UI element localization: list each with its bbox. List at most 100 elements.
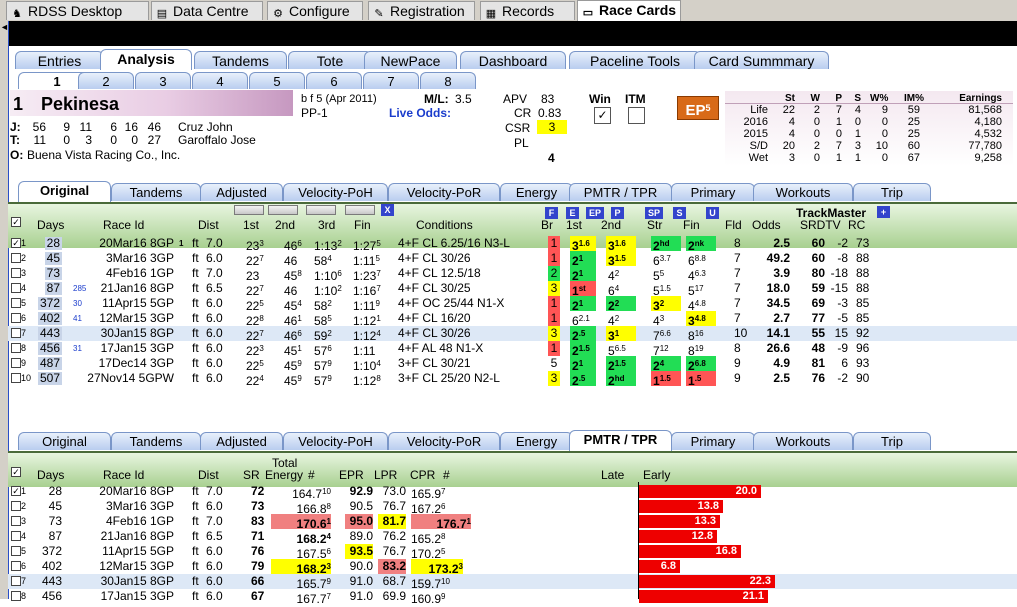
row-checkbox[interactable] <box>11 373 21 383</box>
top-tab-data-centre[interactable]: ▤ Data Centre <box>151 1 263 20</box>
column-sort-button[interactable] <box>345 205 375 215</box>
speed-rating-value: 73 <box>251 499 265 513</box>
table-row[interactable]: 7 443 30Jan15 8GP ft 6.0 227 466 592 1:124 4+F CL… <box>8 326 1017 343</box>
grid2-tab-workouts[interactable]: Workouts <box>753 432 853 450</box>
win-checkbox[interactable]: ✓ <box>594 107 611 124</box>
grid2-tab-trip[interactable]: Trip <box>853 432 931 450</box>
grid1-tab-adjusted[interactable]: Adjusted <box>200 183 283 201</box>
top-tab-rdss-desktop[interactable]: ♞ RDSS Desktop <box>6 1 149 20</box>
row-checkbox[interactable] <box>11 253 21 263</box>
header-btn-f[interactable]: F <box>545 207 558 219</box>
grid2-tab-tandems[interactable]: Tandems <box>111 432 201 450</box>
sub-tab-analysis[interactable]: Analysis <box>100 49 192 70</box>
grid1-tab-trip[interactable]: Trip <box>853 183 931 201</box>
grid1-tab-tandems[interactable]: Tandems <box>111 183 201 201</box>
table-row[interactable]: 3 73 4Feb16 1GP ft 7.0 83 170.61 95.0 81.7 176.71… <box>8 514 1017 531</box>
grid1-tab-pmtr-tpr[interactable]: PMTR / TPR <box>569 183 672 201</box>
grid1-tab-energy[interactable]: Energy <box>500 183 573 201</box>
header-btn-p[interactable]: P <box>611 207 624 219</box>
row-checkbox[interactable] <box>11 283 21 293</box>
row-checkbox[interactable] <box>11 328 21 338</box>
header-btn-s[interactable]: S <box>673 207 686 219</box>
grid2-tab-velocity-poh[interactable]: Velocity-PoH <box>283 432 388 450</box>
grid1-tab-original[interactable]: Original <box>18 181 111 202</box>
table-row[interactable]: 4 87 285 21Jan16 8GP ft 6.5 227 46 1:102 1:167 4+F… <box>8 281 1017 298</box>
header-btn-e[interactable]: E <box>566 207 579 219</box>
header-btn-sp[interactable]: SP <box>645 207 663 219</box>
header-btn-ep[interactable]: EP <box>586 207 604 219</box>
itm-checkbox[interactable] <box>628 107 645 124</box>
col-raceid: Race Id <box>103 218 145 232</box>
top-tab-configure[interactable]: ⚙ Configure <box>267 1 363 20</box>
column-sort-button[interactable] <box>234 205 264 215</box>
row-checkbox[interactable] <box>11 358 21 368</box>
column-sort-button[interactable] <box>268 205 298 215</box>
j-stat: 16 <box>124 120 138 134</box>
row-checkbox-checked[interactable]: ✓ <box>11 486 21 496</box>
num-tab-5[interactable]: 5 <box>249 72 305 89</box>
table-row[interactable]: 8 456 31 17Jan15 3GP ft 6.0 223 451 576 1:11 4+F A… <box>8 341 1017 358</box>
row-checkbox[interactable] <box>11 576 21 586</box>
table-row[interactable]: ✓ 1 28 20Mar16 8GP ft 7.0 72 164.710 92.9 73.0 165… <box>8 484 1017 501</box>
row-checkbox-checked[interactable]: ✓ <box>11 238 21 248</box>
grid2-tab-pmtr-tpr[interactable]: PMTR / TPR <box>569 430 672 451</box>
grid1-tab-velocity-por[interactable]: Velocity-PoR <box>388 183 500 201</box>
column-sort-button[interactable] <box>306 205 336 215</box>
table-row[interactable]: 2 45 3Mar16 3GP ft 6.0 227 46 584 1:115 4+F CL 30… <box>8 251 1017 268</box>
row-checkbox[interactable] <box>11 298 21 308</box>
ep-badge[interactable]: EP5 <box>677 96 719 120</box>
header-btn-u[interactable]: U <box>706 207 719 219</box>
row-checkbox[interactable] <box>11 516 21 526</box>
top-tab-records[interactable]: ▦ Records <box>480 1 575 20</box>
table-row[interactable]: 5 372 11Apr15 5GP ft 6.0 76 167.56 93.5 76.7 170.… <box>8 544 1017 561</box>
num-tab-2[interactable]: 2 <box>78 72 134 89</box>
select-all-checkbox-2[interactable]: ✓ <box>11 467 21 477</box>
top-tab-race-cards[interactable]: ▭ Race Cards <box>577 0 681 21</box>
grid1-tab-velocity-poh[interactable]: Velocity-PoH <box>283 183 388 201</box>
row-checkbox[interactable] <box>11 561 21 571</box>
header-btn-plus[interactable]: + <box>877 206 890 218</box>
row-checkbox[interactable] <box>11 501 21 511</box>
field-size: 8 <box>734 341 741 356</box>
collapse-arrow-icon[interactable]: ◄ <box>0 21 9 33</box>
row-checkbox[interactable] <box>11 531 21 541</box>
table-row[interactable]: 7 443 30Jan15 8GP ft 6.0 66 165.79 91.0 68.7 159.… <box>8 574 1017 591</box>
grid2-tab-velocity-por[interactable]: Velocity-PoR <box>388 432 500 450</box>
row-checkbox[interactable] <box>11 546 21 556</box>
select-all-checkbox[interactable]: ✓ <box>11 217 21 227</box>
num-tab-7[interactable]: 7 <box>363 72 419 89</box>
sub-tab-dashboard[interactable]: Dashboard <box>460 51 566 69</box>
row-checkbox[interactable] <box>11 591 21 601</box>
table-row[interactable]: 5 372 30 11Apr15 5GP ft 6.0 225 454 582 1:119 4+F … <box>8 296 1017 313</box>
table-row[interactable]: 6 402 12Mar15 3GP ft 6.0 79 168.23 90.0 83.2 173.… <box>8 559 1017 576</box>
num-tab-6[interactable]: 6 <box>306 72 362 89</box>
top-tab-registration[interactable]: ✎ Registration <box>368 1 475 20</box>
table-row[interactable]: 9 487 17Dec14 3GP ft 6.0 225 459 579 1:104 3+F CL… <box>8 356 1017 373</box>
sub-tab-paceline-tools[interactable]: Paceline Tools <box>569 51 701 69</box>
table-row[interactable]: 8 456 17Jan15 3GP ft 6.0 67 167.77 91.0 69.9 160.… <box>8 589 1017 606</box>
num-tab-3[interactable]: 3 <box>135 72 191 89</box>
header-btn-x[interactable]: X <box>381 204 394 216</box>
sub-tab-newpace[interactable]: NewPace <box>364 51 457 69</box>
table-row[interactable]: 2 45 3Mar16 3GP ft 6.0 73 166.88 90.5 76.7 167.26… <box>8 499 1017 516</box>
sub-tab-tote[interactable]: Tote <box>288 51 372 69</box>
grid2-tab-original[interactable]: Original <box>18 432 111 450</box>
table-row[interactable]: ✓ 1 28 20Mar16 8GP 1 ft 7.0 233 466 1:132 1:275 4+F… <box>8 236 1017 253</box>
table-row[interactable]: 10 507 27Nov14 5GPW ft 6.0 224 459 579 1:128 3+F … <box>8 371 1017 388</box>
sub-tab-tandems[interactable]: Tandems <box>194 51 287 69</box>
row-checkbox[interactable] <box>11 313 21 323</box>
num-tab-4[interactable]: 4 <box>192 72 248 89</box>
table-row[interactable]: 6 402 41 12Mar15 3GP ft 6.0 228 461 585 1:121 4+F … <box>8 311 1017 328</box>
grid1-tab-workouts[interactable]: Workouts <box>753 183 853 201</box>
grid2-tab-primary[interactable]: Primary <box>671 432 755 450</box>
sub-tab-entries[interactable]: Entries <box>15 51 104 69</box>
row-checkbox[interactable] <box>11 268 21 278</box>
num-tab-8[interactable]: 8 <box>420 72 476 89</box>
grid2-tab-energy[interactable]: Energy <box>500 432 573 450</box>
grid1-tab-primary[interactable]: Primary <box>671 183 755 201</box>
sub-tab-card-summmary[interactable]: Card Summmary <box>694 51 829 69</box>
table-row[interactable]: 3 73 4Feb16 1GP ft 7.0 23 458 1:106 1:237 4+F CL … <box>8 266 1017 283</box>
row-checkbox[interactable] <box>11 343 21 353</box>
grid2-tab-adjusted[interactable]: Adjusted <box>200 432 283 450</box>
table-row[interactable]: 4 87 21Jan16 8GP ft 6.5 71 168.24 89.0 76.2 165.2… <box>8 529 1017 546</box>
